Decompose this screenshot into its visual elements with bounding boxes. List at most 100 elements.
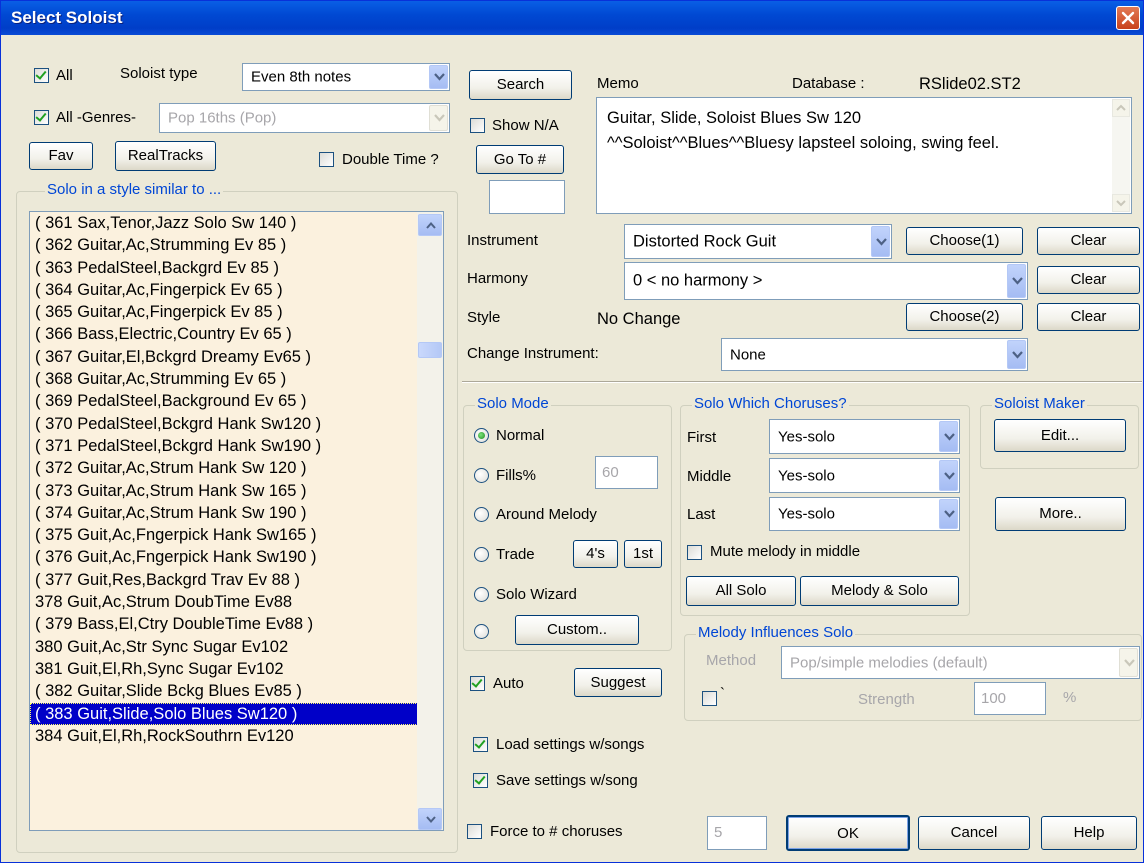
list-item[interactable]: ( 363 PedalSteel,Backgrd Ev 85 ) bbox=[30, 257, 418, 279]
solo-wizard-radio[interactable] bbox=[474, 587, 489, 602]
list-item[interactable]: 381 Guit,El,Rh,Sync Sugar Ev102 bbox=[30, 658, 418, 680]
instrument-select[interactable]: Distorted Rock Guit bbox=[624, 224, 892, 259]
list-item[interactable]: ( 366 Bass,Electric,Country Ev 65 ) bbox=[30, 323, 418, 345]
memo-scroll-down[interactable] bbox=[1112, 194, 1130, 212]
trade-1st-button[interactable]: 1st bbox=[624, 540, 662, 568]
harmony-select[interactable]: 0 < no harmony > bbox=[624, 262, 1028, 300]
list-item[interactable]: ( 365 Guitar,Ac,Fingerpick Ev 85 ) bbox=[30, 301, 418, 323]
fav-button[interactable]: Fav bbox=[29, 142, 93, 170]
list-item[interactable]: ( 374 Guitar,Ac,Strum Hank Sw 190 ) bbox=[30, 502, 418, 524]
force-choruses-checkbox[interactable] bbox=[467, 824, 482, 839]
chevron-down-icon[interactable] bbox=[1007, 264, 1026, 298]
trade-4s-button[interactable]: 4's bbox=[573, 540, 618, 568]
trade-radio[interactable] bbox=[474, 547, 489, 562]
list-item[interactable]: 380 Guit,Ac,Str Sync Sugar Ev102 bbox=[30, 636, 418, 658]
normal-radio[interactable] bbox=[474, 428, 489, 443]
chevron-down-icon[interactable] bbox=[871, 226, 890, 257]
auto-checkbox[interactable] bbox=[470, 676, 485, 691]
list-item[interactable]: 378 Guit,Ac,Strum DoubTime Ev88 bbox=[30, 591, 418, 613]
close-button[interactable] bbox=[1116, 6, 1140, 30]
scroll-up-button[interactable] bbox=[418, 214, 442, 236]
more-button[interactable]: More.. bbox=[995, 497, 1126, 531]
strength-input[interactable]: 100 bbox=[974, 682, 1046, 715]
list-item[interactable]: 384 Guit,El,Rh,RockSouthrn Ev120 bbox=[30, 725, 418, 747]
chevron-down-icon[interactable] bbox=[1007, 340, 1026, 369]
memo-scroll-up[interactable] bbox=[1112, 99, 1130, 117]
method-select[interactable]: Pop/simple melodies (default) bbox=[781, 646, 1140, 679]
ok-button[interactable]: OK bbox=[786, 815, 910, 851]
mute-melody-checkbox[interactable] bbox=[687, 545, 702, 560]
scroll-down-button[interactable] bbox=[418, 808, 442, 830]
chevron-down-icon[interactable] bbox=[939, 421, 958, 452]
clear-style-button[interactable]: Clear bbox=[1037, 303, 1140, 331]
search-button[interactable]: Search bbox=[469, 70, 572, 100]
list-item[interactable]: ( 369 PedalSteel,Background Ev 65 ) bbox=[30, 390, 418, 412]
cancel-button[interactable]: Cancel bbox=[918, 816, 1030, 850]
chevron-down-icon[interactable] bbox=[939, 499, 958, 529]
clear-instrument-button[interactable]: Clear bbox=[1037, 227, 1140, 255]
fills-radio[interactable] bbox=[474, 468, 489, 483]
list-item[interactable]: ( 368 Guitar,Ac,Strumming Ev 65 ) bbox=[30, 368, 418, 390]
list-scrollbar[interactable] bbox=[417, 212, 443, 830]
last-chorus-select[interactable]: Yes-solo bbox=[769, 497, 960, 531]
memo-scrollbar[interactable] bbox=[1112, 99, 1130, 212]
custom-radio[interactable] bbox=[474, 624, 489, 639]
trade-label: Trade bbox=[496, 546, 535, 563]
list-item[interactable]: ( 379 Bass,El,Ctry DoubleTime Ev88 ) bbox=[30, 613, 418, 635]
list-item[interactable]: ( 376 Guit,Ac,Fngerpick Hank Sw190 ) bbox=[30, 546, 418, 568]
genre-select[interactable]: Pop 16ths (Pop) bbox=[159, 103, 450, 133]
list-item[interactable]: ( 364 Guitar,Ac,Fingerpick Ev 65 ) bbox=[30, 279, 418, 301]
list-item[interactable]: ( 362 Guitar,Ac,Strumming Ev 85 ) bbox=[30, 234, 418, 256]
show-na-label: Show N/A bbox=[492, 117, 559, 134]
list-item[interactable]: ( 382 Guitar,Slide Bckg Blues Ev85 ) bbox=[30, 680, 418, 702]
first-chorus-select[interactable]: Yes-solo bbox=[769, 419, 960, 454]
list-item[interactable]: ( 383 Guit,Slide,Solo Blues Sw120 ) bbox=[30, 702, 418, 725]
choose-style-button[interactable]: Choose(2) bbox=[906, 303, 1023, 331]
chevron-down-icon[interactable] bbox=[429, 105, 448, 131]
chevron-down-icon[interactable] bbox=[429, 65, 448, 89]
around-melody-radio[interactable] bbox=[474, 507, 489, 522]
title-bar[interactable]: Select Soloist bbox=[1, 1, 1143, 35]
chevron-down-icon[interactable] bbox=[1119, 648, 1138, 677]
help-button[interactable]: Help bbox=[1041, 816, 1137, 850]
show-na-checkbox[interactable] bbox=[470, 118, 485, 133]
fills-label: Fills% bbox=[496, 467, 536, 484]
choose-instrument-button[interactable]: Choose(1) bbox=[906, 227, 1023, 255]
list-item[interactable]: ( 372 Guitar,Ac,Strum Hank Sw 120 ) bbox=[30, 457, 418, 479]
scroll-thumb[interactable] bbox=[418, 342, 442, 358]
edit-soloist-button[interactable]: Edit... bbox=[994, 419, 1126, 452]
soloist-type-select[interactable]: Even 8th notes bbox=[242, 63, 450, 91]
goto-button[interactable]: Go To # bbox=[476, 145, 564, 174]
list-item[interactable]: ( 371 PedalSteel,Bckgrd Hank Sw190 ) bbox=[30, 435, 418, 457]
clear-harmony-button[interactable]: Clear bbox=[1037, 266, 1140, 294]
melody-and-solo-button[interactable]: Melody & Solo bbox=[800, 576, 959, 606]
melody-influence-checkbox-label: ` bbox=[720, 685, 725, 702]
save-settings-checkbox[interactable] bbox=[473, 773, 488, 788]
method-label: Method bbox=[706, 652, 757, 669]
list-item[interactable]: ( 377 Guit,Res,Backgrd Trav Ev 88 ) bbox=[30, 569, 418, 591]
list-item[interactable]: ( 375 Guit,Ac,Fngerpick Hank Sw165 ) bbox=[30, 524, 418, 546]
double-time-checkbox[interactable] bbox=[319, 152, 334, 167]
first-label: First bbox=[687, 429, 717, 446]
list-item[interactable]: ( 361 Sax,Tenor,Jazz Solo Sw 140 ) bbox=[30, 212, 418, 234]
all-solo-button[interactable]: All Solo bbox=[686, 576, 796, 606]
chevron-down-icon[interactable] bbox=[939, 460, 958, 491]
suggest-button[interactable]: Suggest bbox=[574, 668, 662, 697]
load-settings-checkbox[interactable] bbox=[473, 737, 488, 752]
custom-button[interactable]: Custom.. bbox=[515, 615, 639, 645]
memo-textarea[interactable]: Guitar, Slide, Soloist Blues Sw 120 ^^So… bbox=[596, 97, 1132, 214]
list-item[interactable]: ( 370 PedalSteel,Bckgrd Hank Sw120 ) bbox=[30, 413, 418, 435]
choruses-group-label: Solo Which Choruses? bbox=[692, 395, 849, 412]
list-item[interactable]: ( 373 Guitar,Ac,Strum Hank Sw 165 ) bbox=[30, 480, 418, 502]
force-choruses-input[interactable]: 5 bbox=[707, 816, 767, 850]
change-instrument-select[interactable]: None bbox=[721, 338, 1028, 371]
melody-influence-checkbox[interactable] bbox=[702, 691, 717, 706]
all-checkbox[interactable] bbox=[34, 68, 49, 83]
all-genres-checkbox[interactable] bbox=[34, 110, 49, 125]
list-item[interactable]: ( 367 Guitar,El,Bckgrd Dreamy Ev65 ) bbox=[30, 346, 418, 368]
realtracks-button[interactable]: RealTracks bbox=[115, 141, 216, 171]
middle-chorus-select[interactable]: Yes-solo bbox=[769, 458, 960, 493]
goto-input[interactable] bbox=[489, 180, 565, 214]
soloist-listbox[interactable]: ( 361 Sax,Tenor,Jazz Solo Sw 140 )( 362 … bbox=[29, 211, 444, 831]
fills-percent-input[interactable]: 60 bbox=[595, 456, 658, 489]
